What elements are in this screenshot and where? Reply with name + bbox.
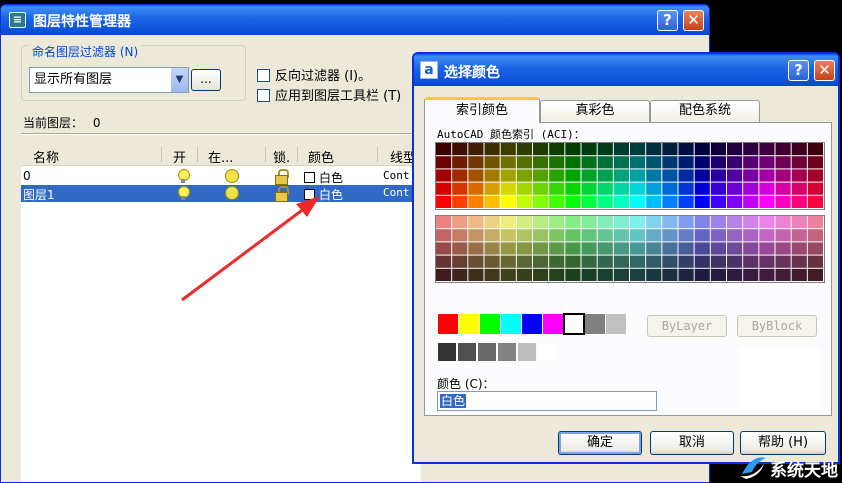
tab-index-color[interactable]: 索引颜色: [424, 97, 540, 123]
arrow-shaft: [181, 206, 306, 302]
watermark-text: 系统天地: [770, 461, 838, 481]
red-arrow-annotation: [181, 196, 320, 302]
watermark-logo-icon: [740, 457, 766, 479]
